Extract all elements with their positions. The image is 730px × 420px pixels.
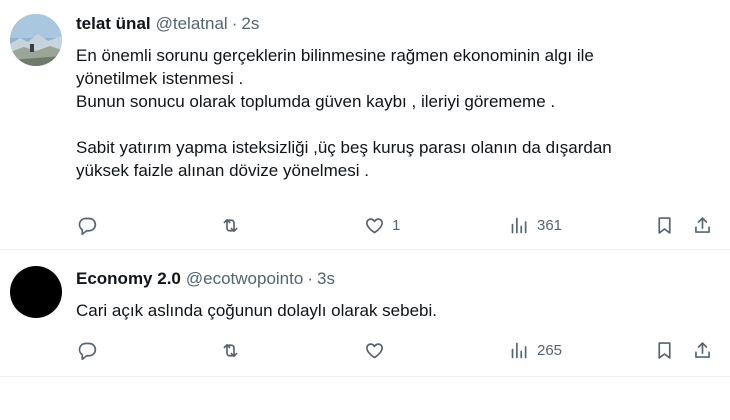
tweet-text-line: [76, 113, 716, 136]
like-count: 1: [392, 216, 401, 234]
reply-button[interactable]: [77, 214, 98, 236]
reply-button[interactable]: [77, 339, 98, 361]
tweet-text-line: yüksek faizle alınan dövize yönelmesi .: [76, 161, 369, 180]
handle[interactable]: @ecotwopointo: [186, 269, 303, 288]
bookmark-icon: [658, 341, 671, 359]
tweet-text-line: Cari açık aslında çoğunun dolaylı olarak…: [76, 301, 437, 320]
tweet-text-line: Sabit yatırım yapma isteksizliği ,üç beş…: [76, 138, 612, 157]
tweet-actions: 1 361: [0, 210, 730, 240]
like-button[interactable]: [364, 339, 392, 361]
avatar-image: [10, 14, 62, 66]
handle[interactable]: @telatnal: [156, 14, 228, 33]
tweet-text-line: Bunun sonucu olarak toplumda güven kaybı…: [76, 92, 556, 111]
share-button[interactable]: [692, 339, 713, 361]
display-name[interactable]: telat ünal: [76, 14, 151, 33]
tweet-header: telat ünal @telatnal · 2s: [76, 14, 259, 34]
bookmark-button[interactable]: [654, 339, 675, 361]
bookmark-icon: [658, 216, 671, 234]
like-button[interactable]: 1: [364, 214, 400, 236]
retweet-button[interactable]: [220, 339, 241, 361]
dot-separator: ·: [231, 14, 238, 33]
avatar[interactable]: [10, 14, 62, 66]
retweet-icon: [223, 343, 238, 357]
timestamp[interactable]: 2s: [241, 14, 259, 33]
analytics-icon: [511, 217, 527, 233]
reply-icon: [78, 217, 97, 235]
tweet[interactable]: telat ünal @telatnal · 2s En önemli sorunu …: [0, 0, 730, 250]
retweet-button[interactable]: [220, 214, 241, 236]
avatar[interactable]: [10, 266, 62, 318]
tweet-text: Cari açık aslında çoğunun dolaylı olarak…: [76, 299, 716, 322]
retweet-icon: [223, 218, 238, 232]
tweet-text-line: yönetilmek istenmesi .: [76, 69, 244, 88]
display-name[interactable]: Economy 2.0: [76, 269, 181, 288]
tweet-header: Economy 2.0 @ecotwopointo · 3s: [76, 269, 335, 289]
heart-icon: [366, 342, 383, 358]
tweet-text: En önemli sorunu gerçeklerin bilinmesine…: [76, 44, 716, 182]
share-icon: [695, 341, 710, 358]
reply-icon: [78, 342, 97, 360]
view-count: 361: [537, 216, 563, 234]
share-icon: [695, 216, 710, 233]
dot-separator: ·: [307, 269, 313, 288]
share-button[interactable]: [692, 214, 713, 236]
views-button[interactable]: 265: [509, 339, 562, 361]
tweet-actions: 265: [0, 335, 730, 365]
heart-icon: [366, 217, 383, 233]
views-button[interactable]: 361: [509, 214, 562, 236]
timestamp[interactable]: 3s: [317, 269, 335, 288]
bookmark-button[interactable]: [654, 214, 675, 236]
analytics-icon: [511, 342, 527, 358]
tweet-text-line: En önemli sorunu gerçeklerin bilinmesine…: [76, 46, 594, 65]
view-count: 265: [537, 341, 563, 359]
